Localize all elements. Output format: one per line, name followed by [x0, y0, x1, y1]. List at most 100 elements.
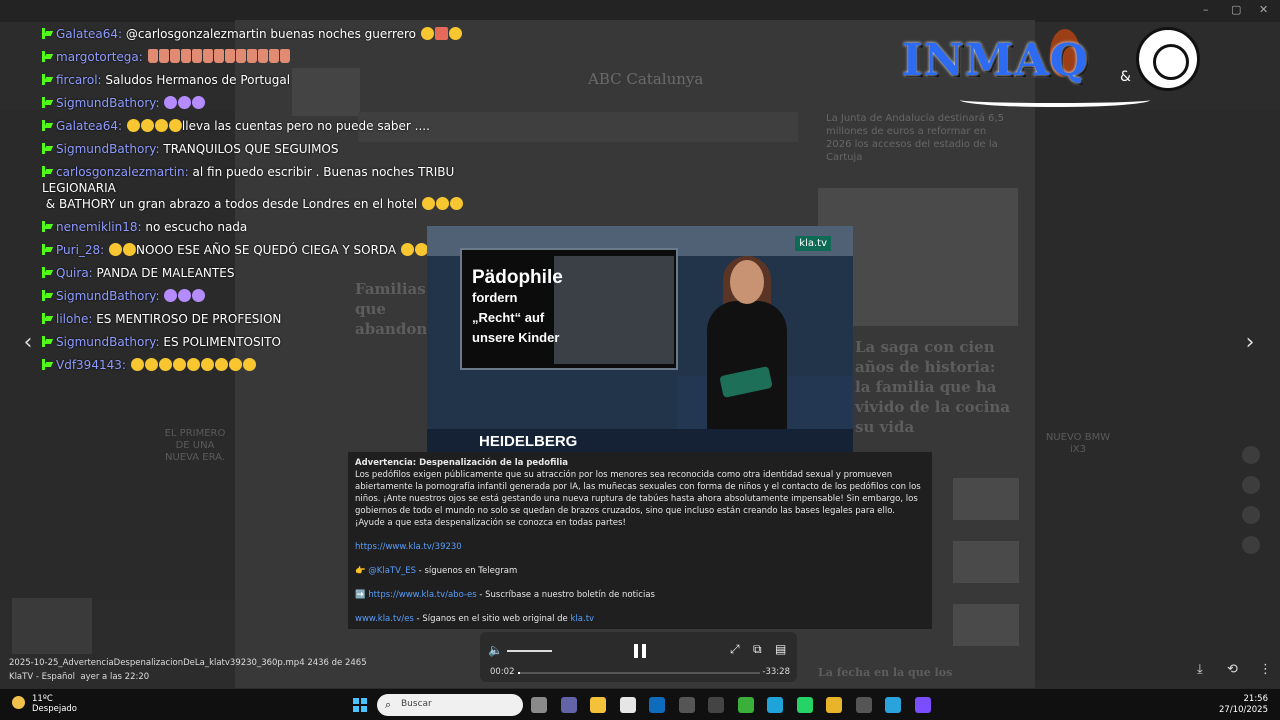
kick-badge-icon [42, 97, 52, 108]
site-link-short[interactable]: kla.tv [571, 614, 595, 624]
app-6-icon[interactable] [679, 697, 695, 713]
kick-badge-icon [42, 359, 52, 370]
speaker-icon[interactable]: 🔈 [488, 643, 503, 657]
chat-username[interactable]: SigmundBathory: [56, 96, 160, 110]
raised-hand-icon [180, 49, 191, 63]
more-options-icon[interactable]: ⋮ [1259, 662, 1272, 677]
chat-username[interactable]: Quira: [56, 266, 93, 280]
emoji-icon [109, 243, 123, 256]
chat-username[interactable]: SigmundBathory: [56, 289, 160, 303]
close-button[interactable]: ✕ [1259, 3, 1268, 16]
chat-username[interactable]: SigmundBathory: [56, 142, 160, 156]
kick-badge-icon [42, 143, 52, 154]
description-title: Advertencia: Despenalización de la pedof… [355, 458, 568, 468]
bg-ad-left-text: EL PRIMERO DE UNA NUEVA ERA. [164, 428, 226, 463]
file-info: 2025-10-25_AdvertenciaDespenalizacionDeL… [9, 656, 367, 684]
chat-username[interactable]: margotortega: [56, 50, 143, 64]
chat-username[interactable]: Galatea64: [56, 119, 122, 133]
chat-message: carlosgonzalezmartin: al fin puedo escri… [42, 164, 512, 212]
chat-username[interactable]: carlosgonzalezmartin: [56, 165, 189, 179]
whatsapp-icon[interactable] [797, 697, 813, 713]
raised-hand-icon [246, 49, 257, 63]
previous-arrow-icon[interactable]: ‹ [18, 330, 38, 358]
download-icon[interactable]: ⤓ [1197, 662, 1203, 677]
progress-track[interactable] [518, 672, 760, 674]
chat-username[interactable]: fircarol: [56, 73, 102, 87]
store-icon[interactable] [620, 697, 636, 713]
ad-right [1035, 110, 1280, 680]
expand-icon[interactable]: ⤢ [730, 642, 740, 657]
subtitles-icon[interactable]: ▤ [775, 642, 786, 656]
newsletter-link[interactable]: https://www.kla.tv/abo-es [368, 590, 476, 600]
weather-condition: Despejado [32, 704, 77, 714]
video-link[interactable]: https://www.kla.tv/39230 [355, 542, 462, 552]
pause-icon[interactable] [634, 644, 646, 658]
emoji-icon [214, 358, 228, 371]
next-arrow-icon[interactable]: › [1240, 330, 1260, 358]
emoji-icon [436, 197, 450, 210]
raised-hand-icon [235, 49, 246, 63]
teams-icon[interactable] [561, 697, 577, 713]
task-view-icon[interactable] [531, 697, 547, 713]
app-12-icon[interactable] [856, 697, 872, 713]
taskbar-search[interactable]: ⌕ Buscar [377, 694, 523, 716]
raised-hand-icon [202, 49, 213, 63]
video-frame[interactable]: Pädophile fordern „Recht“ auf unsere Kin… [427, 226, 853, 453]
chat-message: fircarol: Saludos Hermanos de Portugal [42, 72, 512, 88]
emoji-icon [420, 27, 434, 40]
chat-text: PANDA DE MALEANTES [96, 266, 235, 280]
site-link[interactable]: www.kla.tv/es [355, 614, 414, 624]
volume-slider[interactable] [507, 650, 552, 652]
app-14-icon[interactable] [915, 697, 931, 713]
telegram-icon[interactable] [885, 697, 901, 713]
bg-ad-right-text: NUEVO BMW iX3 [1045, 432, 1111, 455]
weather-temperature: 11ºC [32, 694, 53, 704]
kick-badge-icon [42, 166, 52, 177]
app-7-icon[interactable] [708, 697, 724, 713]
moon-icon [12, 696, 25, 709]
outlook-icon[interactable] [649, 697, 665, 713]
telegram-link[interactable]: @KlaTV_ES [368, 566, 416, 576]
emoji-icon [140, 119, 154, 132]
studio-screen: Pädophile fordern „Recht“ auf unsere Kin… [460, 248, 678, 370]
bg-side-button-4[interactable] [1242, 536, 1260, 554]
emoji-icon [450, 197, 464, 210]
bg-side-button-2[interactable] [1242, 476, 1260, 494]
chat-text: no escucho nada [145, 220, 248, 234]
raised-hand-icon [257, 49, 268, 63]
chat-username[interactable]: Vdf394143: [56, 358, 126, 372]
rotate-icon[interactable]: ⟲ [1227, 662, 1238, 677]
time-remaining: -33:28 [762, 667, 790, 677]
clock-time: 21:56 [1243, 694, 1269, 704]
app-8-icon[interactable] [738, 697, 754, 713]
chat-username[interactable]: lilohe: [56, 312, 92, 326]
windows-start-icon[interactable] [353, 698, 367, 712]
bg-bottom-item: La fecha en la que los [818, 666, 953, 679]
chat-username[interactable]: SigmundBathory: [56, 335, 160, 349]
emoji-icon [434, 27, 448, 40]
chat-text: ES POLIMENTOSITO [163, 335, 281, 349]
bg-side-button-3[interactable] [1242, 506, 1260, 524]
pip-icon[interactable]: ⧉ [753, 642, 762, 657]
screen-line-2: fordern [472, 290, 518, 305]
emoji-icon [154, 119, 168, 132]
logo-ampersand: & [1120, 69, 1131, 85]
minimize-button[interactable]: – [1203, 3, 1209, 16]
chat-username[interactable]: Galatea64: [56, 27, 122, 41]
chat-username[interactable]: nenemiklin18: [56, 220, 142, 234]
player-controls: 🔈 ⤢ ⧉ ▤ 00:02 -33:28 [480, 632, 797, 682]
raised-hand-icon [224, 49, 235, 63]
chat-username[interactable]: Puri_28: [56, 243, 104, 257]
maximize-button[interactable]: ▢ [1231, 3, 1241, 16]
file-explorer-icon[interactable] [590, 697, 606, 713]
emoji-icon [242, 358, 256, 371]
emote-icon [192, 289, 206, 302]
chrome-icon[interactable] [826, 697, 842, 713]
bg-side-button-1[interactable] [1242, 446, 1260, 464]
bg-thumb-1 [953, 478, 1019, 520]
chat-message: SigmundBathory: [42, 95, 512, 111]
edge-icon[interactable] [767, 697, 783, 713]
logo-text: INMAQ [902, 35, 1089, 86]
emoji-icon [448, 27, 462, 40]
system-clock[interactable]: 21:56 27/10/2025 [1219, 694, 1268, 716]
